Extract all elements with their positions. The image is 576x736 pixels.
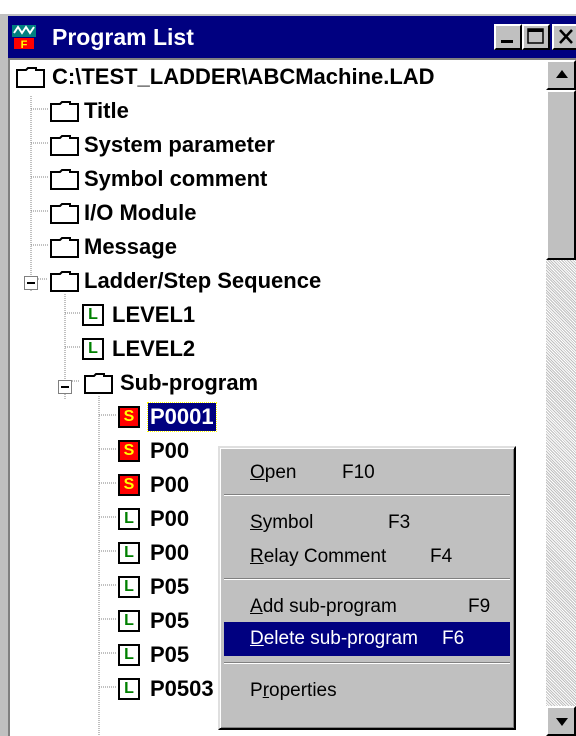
tree-item-level1[interactable]: L LEVEL1 (10, 298, 310, 332)
title-bar[interactable]: F Program List (8, 16, 576, 58)
menu-item-relay-comment[interactable]: Relay Comment F4 (224, 540, 510, 574)
ladder-program-icon: L (82, 304, 104, 326)
menu-item-label: Delete sub-program (250, 628, 418, 649)
arrow-down-icon (556, 718, 568, 726)
tree-item-p00-d[interactable]: L P00 (10, 536, 210, 570)
tree-item-label: P05 (150, 642, 190, 667)
tree-item-label: P05 (150, 574, 190, 599)
tree-item-label: System parameter (84, 132, 275, 157)
collapse-toggle-icon[interactable] (24, 276, 38, 290)
ladder-program-icon: L (82, 338, 104, 360)
tree-item-ladder-step-sequence[interactable]: Ladder/Step Sequence (10, 264, 410, 298)
menu-shortcut: F6 (442, 628, 465, 649)
svg-text:F: F (21, 39, 28, 51)
close-icon (559, 29, 573, 44)
folder-icon (50, 135, 79, 156)
maximize-button[interactable] (522, 24, 550, 50)
menu-separator (224, 662, 510, 664)
folder-icon (50, 271, 79, 292)
menu-item-label: Properties (250, 680, 337, 701)
tree-item-label: P05 (150, 608, 190, 633)
tree-item-label: LEVEL1 (112, 302, 196, 327)
menu-shortcut: F10 (342, 462, 375, 483)
ladder-program-icon: L (118, 576, 140, 598)
menu-item-open[interactable]: Open F10 (224, 456, 510, 490)
folder-icon (16, 67, 45, 88)
menu-item-symbol[interactable]: Symbol F3 (224, 506, 510, 540)
folder-icon (84, 373, 113, 394)
menu-shortcut: F9 (468, 596, 491, 617)
collapse-toggle-icon[interactable] (58, 380, 72, 394)
menu-separator (224, 494, 510, 496)
sub-program-icon: S (118, 474, 140, 496)
scroll-thumb[interactable] (546, 90, 576, 260)
tree-item-p00-a[interactable]: S P00 (10, 434, 210, 468)
tree-item-label: P00 (150, 506, 190, 531)
folder-icon (50, 169, 79, 190)
tree-item-label: Sub-program (120, 370, 259, 395)
tree-item-p00-b[interactable]: S P00 (10, 468, 210, 502)
tree-item-label: Symbol comment (84, 166, 268, 191)
tree-item-level2[interactable]: L LEVEL2 (10, 332, 310, 366)
app-icon: F (10, 23, 38, 51)
tree-item-label: Message (84, 234, 177, 259)
sub-program-icon: S (118, 406, 140, 428)
menu-item-delete-sub-program[interactable]: Delete sub-program F6 (224, 622, 510, 656)
menu-item-label: Open (250, 462, 297, 483)
tree-item-p00-c[interactable]: L P00 (10, 502, 210, 536)
tree-item-sub-program[interactable]: Sub-program (10, 366, 310, 400)
tree-item-label: P0503 (150, 676, 214, 701)
maximize-icon (527, 28, 544, 44)
minimize-icon (501, 40, 513, 43)
vertical-scrollbar[interactable] (546, 60, 576, 736)
tree-item-p05-b[interactable]: L P05 (10, 604, 210, 638)
menu-item-label: Relay Comment (250, 546, 387, 567)
ladder-program-icon: L (118, 678, 140, 700)
menu-shortcut: F3 (388, 512, 411, 533)
window-title: Program List (52, 24, 194, 50)
tree-item-title[interactable]: Title (10, 94, 410, 128)
menu-separator (224, 578, 510, 580)
tree-item-label: Ladder/Step Sequence (84, 268, 322, 293)
scroll-down-button[interactable] (546, 706, 576, 736)
tree-item-label: P00 (150, 438, 190, 463)
tree-item-label: P00 (150, 540, 190, 565)
tree-item-label: I/O Module (84, 200, 197, 225)
menu-item-properties[interactable]: Properties (224, 674, 510, 708)
minimize-button[interactable] (494, 24, 522, 50)
tree-item-symbol-comment[interactable]: Symbol comment (10, 162, 410, 196)
tree-item-io-module[interactable]: I/O Module (10, 196, 410, 230)
menu-item-label: Add sub-program (250, 596, 397, 617)
sub-program-icon: S (118, 440, 140, 462)
arrow-up-icon (556, 70, 568, 78)
tree-item-label: LEVEL2 (112, 336, 196, 361)
folder-icon (50, 237, 79, 258)
tree-root[interactable]: C:\TEST_LADDER\ABCMachine.LAD (10, 60, 550, 94)
scroll-up-button[interactable] (546, 60, 576, 90)
tree-item-label: Title (84, 98, 129, 123)
tree-item-p05-a[interactable]: L P05 (10, 570, 210, 604)
menu-item-add-sub-program[interactable]: Add sub-program F9 (224, 590, 510, 624)
folder-icon (50, 203, 79, 224)
ladder-program-icon: L (118, 508, 140, 530)
tree-root-label: C:\TEST_LADDER\ABCMachine.LAD (52, 64, 435, 89)
close-button[interactable] (552, 24, 576, 50)
menu-item-label: Symbol (250, 512, 314, 533)
context-menu: Open F10 Symbol F3 Relay Comment F4 Add … (218, 446, 516, 730)
ladder-program-icon: L (118, 610, 140, 632)
tree-item-system-parameter[interactable]: System parameter (10, 128, 410, 162)
tree-item-label-selected: P0001 (147, 402, 217, 432)
tree-item-p0001[interactable]: S P0001 (10, 400, 270, 434)
tree-item-label: P00 (150, 472, 190, 497)
menu-shortcut: F4 (430, 546, 453, 567)
ladder-program-icon: L (118, 542, 140, 564)
tree-item-p05-c[interactable]: L P05 (10, 638, 210, 672)
ladder-program-icon: L (118, 644, 140, 666)
tree-item-message[interactable]: Message (10, 230, 410, 264)
folder-icon (50, 101, 79, 122)
